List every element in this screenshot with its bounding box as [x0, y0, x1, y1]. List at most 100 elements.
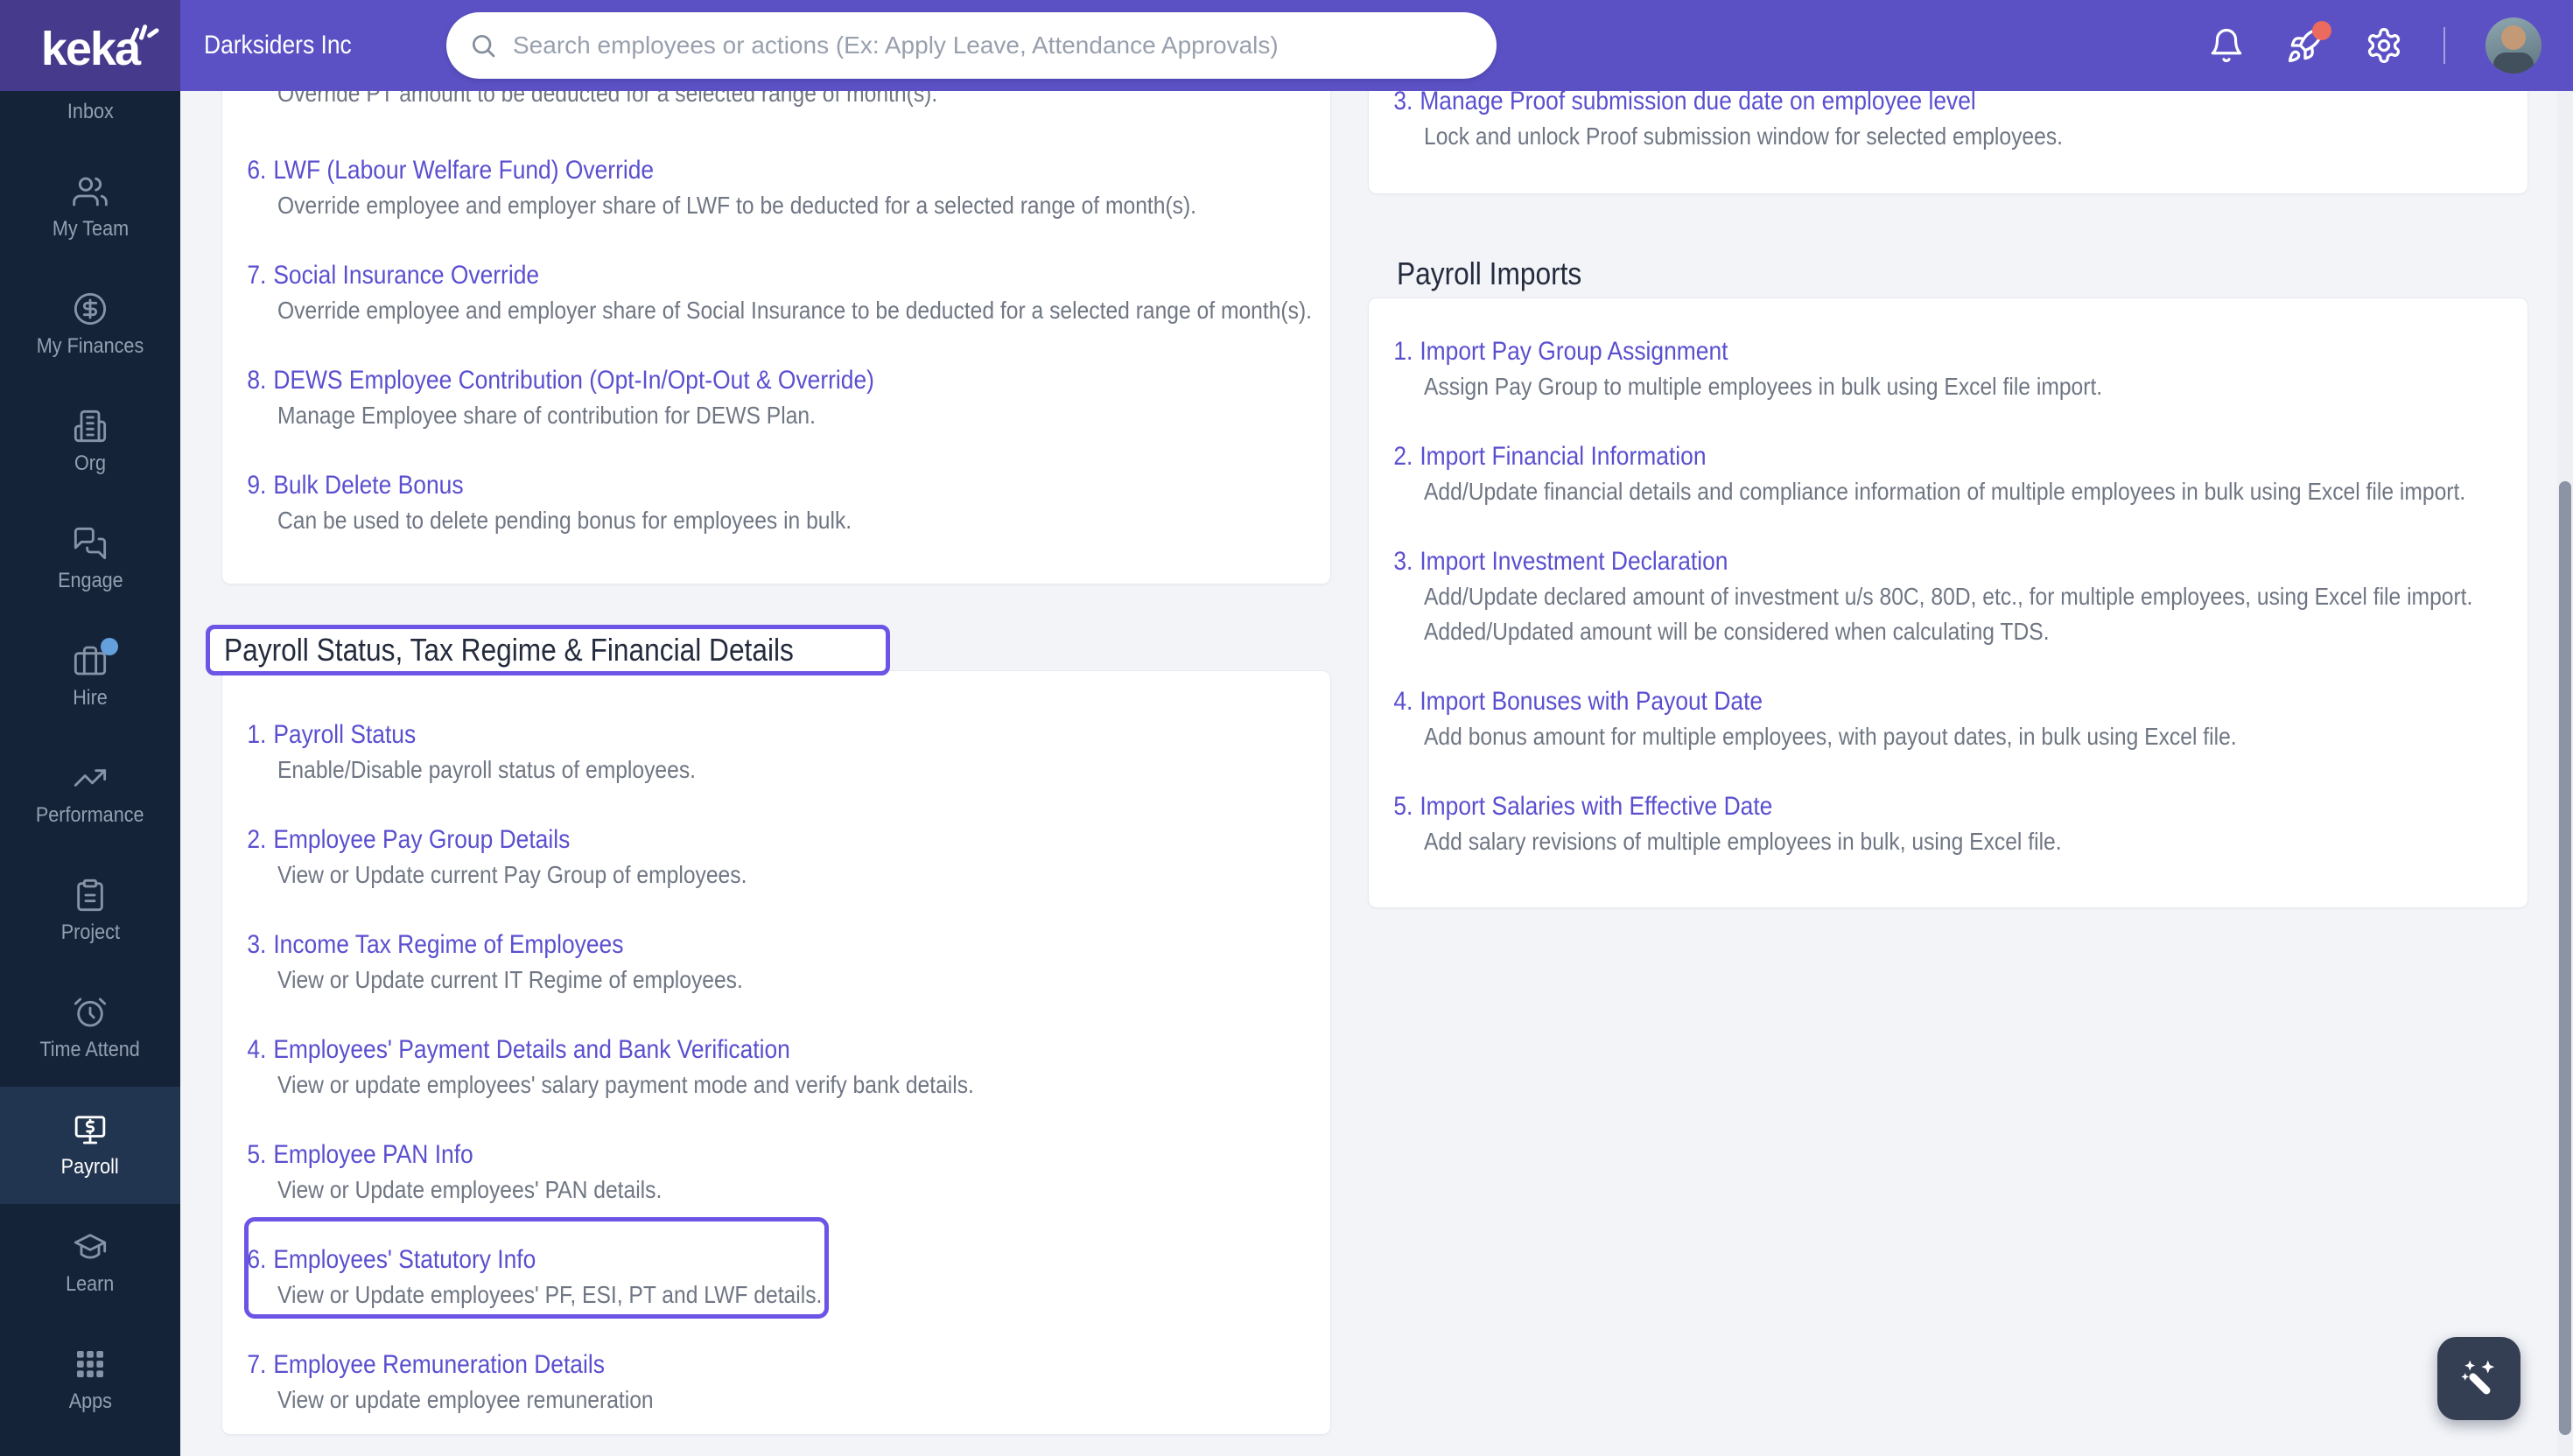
magic-wand-icon — [2460, 1360, 2494, 1394]
notifications-button[interactable] — [2207, 26, 2246, 65]
link-import-investment-declaration[interactable]: Import Investment Declaration — [1420, 546, 1728, 578]
sidebar-item-my-finances[interactable]: My Finances — [0, 266, 180, 383]
chat-bubbles-icon — [73, 526, 108, 561]
link-social-insurance-override[interactable]: Social Insurance Override — [273, 260, 539, 291]
item-number: 6. — [247, 156, 267, 185]
sidebar-item-label: Hire — [73, 685, 108, 710]
item-description: Add bonus amount for multiple employees,… — [1424, 723, 2237, 750]
search-bar[interactable] — [446, 12, 1497, 79]
item-description: Override employee and employer share of … — [277, 192, 1197, 219]
sidebar-item-label: Inbox — [67, 99, 114, 123]
item-number: 1. — [1393, 337, 1413, 366]
item-number: 8. — [247, 366, 267, 395]
alarm-clock-icon — [73, 995, 108, 1030]
item-description: Add/Update declared amount of investment… — [1424, 583, 2473, 610]
item-description: Manage Employee share of contribution fo… — [277, 402, 816, 429]
sidebar-item-performance[interactable]: Performance — [0, 735, 180, 852]
list-item: 7. Employee Remuneration Details View or … — [247, 1349, 1275, 1415]
link-payment-details-bank-verification[interactable]: Employees' Payment Details and Bank Veri… — [273, 1034, 790, 1066]
link-income-tax-regime[interactable]: Income Tax Regime of Employees — [273, 929, 623, 961]
user-avatar[interactable] — [2485, 18, 2541, 74]
item-number: 5. — [1393, 792, 1413, 821]
scrollbar-thumb[interactable] — [2559, 481, 2571, 1435]
payroll-monitor-icon — [73, 1112, 108, 1147]
scrollbar-track[interactable] — [2557, 91, 2573, 1456]
sidebar-item-payroll[interactable]: Payroll — [0, 1087, 180, 1204]
list-item: 8. DEWS Employee Contribution (Opt-In/Opt… — [247, 365, 1275, 430]
payroll-status-card: 1. Payroll Status Enable/Disable payroll … — [221, 670, 1331, 1435]
list-item: 9. Bulk Delete Bonus Can be used to delet… — [247, 470, 1275, 536]
list-item: 3. Import Investment Declaration Add/Upda… — [1393, 546, 2473, 647]
list-item: 5. Import Salaries with Effective Date Ad… — [1393, 791, 2472, 857]
item-description: Add salary revisions of multiple employe… — [1424, 828, 2062, 855]
item-description: Enable/Disable payroll status of employe… — [277, 756, 697, 783]
link-pay-group-details[interactable]: Employee Pay Group Details — [273, 824, 570, 856]
list-item: 1. Import Pay Group Assignment Assign Pay… — [1393, 336, 2472, 402]
sidebar-item-label: Learn — [66, 1271, 115, 1296]
link-remuneration-details[interactable]: Employee Remuneration Details — [273, 1349, 605, 1381]
item-number: 6. — [247, 1245, 267, 1274]
dollar-circle-icon — [73, 291, 108, 326]
item-number: 7. — [247, 261, 267, 290]
item-description: Override employee and employer share of … — [277, 297, 1313, 324]
sidebar-item-label: Apps — [68, 1389, 112, 1413]
link-dews-contribution[interactable]: DEWS Employee Contribution (Opt-In/Opt-O… — [273, 365, 874, 396]
link-statutory-info[interactable]: Employees' Statutory Info — [273, 1244, 536, 1276]
sidebar-item-engage[interactable]: Engage — [0, 500, 180, 618]
whats-new-button[interactable] — [2286, 21, 2331, 65]
sidebar-item-apps[interactable]: Apps — [0, 1321, 180, 1438]
search-input[interactable] — [511, 31, 1474, 60]
settings-button[interactable] — [2365, 26, 2403, 65]
item-description: View or Update current Pay Group of empl… — [277, 861, 747, 888]
item-description: Add/Update financial details and complia… — [1424, 478, 2466, 505]
magic-wand-button[interactable] — [2437, 1337, 2520, 1420]
bell-icon — [2211, 29, 2242, 62]
sidebar-item-learn[interactable]: Learn — [0, 1204, 180, 1321]
trending-up-icon — [73, 760, 108, 795]
logo-spark-icon — [130, 24, 159, 44]
item-number: 1. — [247, 720, 267, 749]
item-number: 7. — [247, 1350, 267, 1379]
sidebar-item-label: My Finances — [36, 333, 144, 358]
item-description: Can be used to delete pending bonus for … — [277, 507, 852, 534]
item-description-line2: Added/Updated amount will be considered … — [1424, 618, 2050, 645]
gear-icon — [2367, 28, 2401, 63]
apps-grid-icon — [73, 1347, 108, 1382]
link-import-salaries[interactable]: Import Salaries with Effective Date — [1420, 791, 1772, 822]
link-import-pay-group[interactable]: Import Pay Group Assignment — [1420, 336, 1728, 368]
sidebar-item-time-attend[interactable]: Time Attend — [0, 970, 180, 1087]
sidebar-item-hire[interactable]: Hire — [0, 618, 180, 735]
sidebar-nav: Inbox My Team My Finances Org Engage Hir… — [0, 32, 180, 1438]
sidebar-item-label: Project — [60, 920, 120, 944]
item-number: 4. — [247, 1035, 267, 1064]
list-item: 5. Employee PAN Info View or Update emplo… — [247, 1139, 1275, 1205]
item-number: 9. — [247, 471, 267, 500]
list-item: 7. Social Insurance Override Override emp… — [247, 260, 1313, 326]
sidebar-item-org[interactable]: Org — [0, 383, 180, 500]
item-description: View or Update employees' PF, ESI, PT an… — [277, 1281, 823, 1308]
list-item: 6. Employees' Statutory Info View or Upda… — [247, 1244, 1275, 1310]
payroll-imports-card: 1. Import Pay Group Assignment Assign Pay… — [1368, 298, 2528, 908]
link-import-financial-info[interactable]: Import Financial Information — [1420, 441, 1706, 472]
link-employee-pan-info[interactable]: Employee PAN Info — [273, 1139, 473, 1171]
item-description: Lock and unlock Proof submission window … — [1424, 122, 2064, 150]
keka-app: Inbox My Team My Finances Org Engage Hir… — [0, 0, 2573, 1456]
hire-badge-dot — [101, 637, 118, 655]
sidebar-item-label: Org — [74, 451, 106, 475]
payroll-imports-heading: Payroll Imports — [1397, 256, 1582, 291]
header-actions — [2207, 0, 2541, 91]
sidebar-item-my-team[interactable]: My Team — [0, 149, 180, 266]
link-bulk-delete-bonus[interactable]: Bulk Delete Bonus — [273, 470, 463, 501]
link-lwf-override[interactable]: LWF (Labour Welfare Fund) Override — [273, 155, 654, 186]
item-number: 3. — [1393, 547, 1413, 576]
item-number: 4. — [1393, 687, 1413, 716]
keka-logo[interactable]: keka — [0, 0, 180, 91]
people-icon — [73, 174, 108, 209]
briefcase-icon — [73, 637, 118, 678]
link-payroll-status[interactable]: Payroll Status — [273, 719, 416, 751]
item-description: View or update employees' salary payment… — [277, 1071, 974, 1098]
list-item: 1. Payroll Status Enable/Disable payroll … — [247, 719, 1275, 785]
sidebar-item-project[interactable]: Project — [0, 852, 180, 970]
clipboard-icon — [73, 878, 108, 913]
link-import-bonuses[interactable]: Import Bonuses with Payout Date — [1420, 686, 1763, 718]
